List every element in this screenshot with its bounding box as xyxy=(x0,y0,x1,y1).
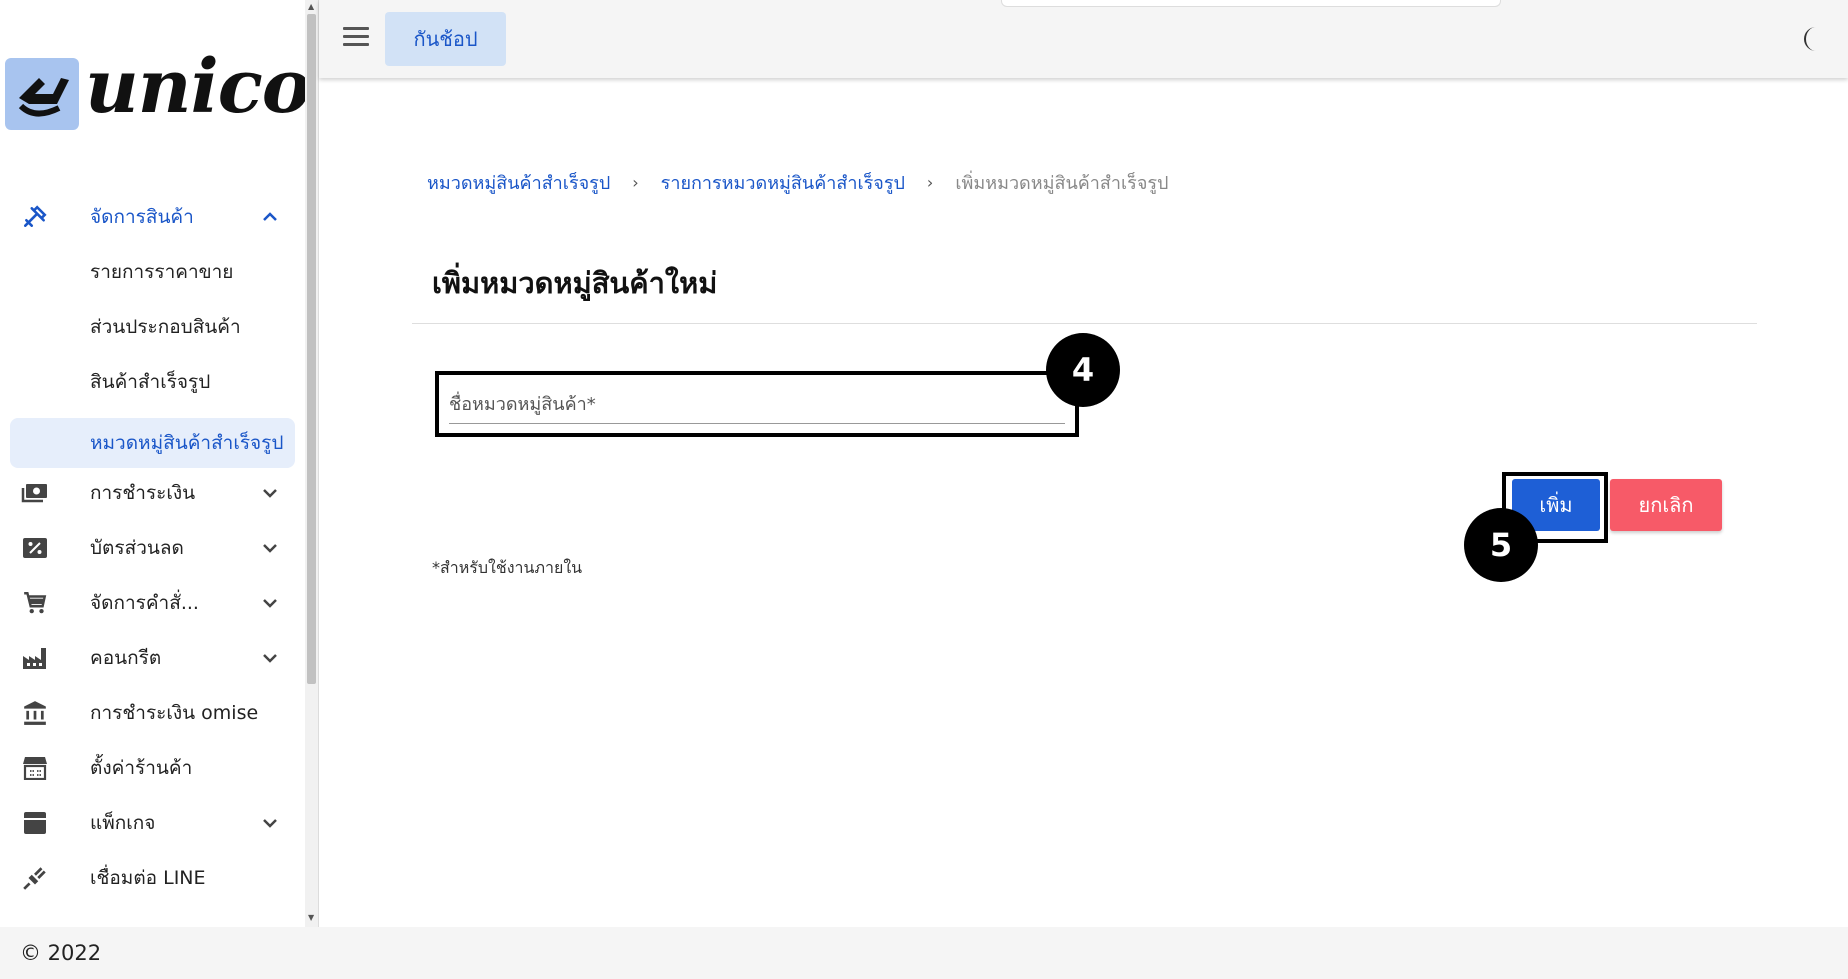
sidebar-item-orders[interactable]: จัดการคำสั่... xyxy=(0,578,305,628)
chevron-up-icon xyxy=(258,205,282,229)
footer: © 2022 xyxy=(0,927,1848,979)
sidebar-item-label: เชื่อมต่อ LINE xyxy=(90,867,206,889)
copyright-text: © 2022 xyxy=(20,941,102,965)
sidebar-item-label: การชำระเงิน omise xyxy=(90,702,259,724)
sidebar-item-omise-payment[interactable]: การชำระเงิน omise xyxy=(0,688,305,738)
sidebar-item-label: ตั้งค่าร้านค้า xyxy=(90,757,193,779)
sidebar-item-product-management[interactable]: จัดการสินค้า xyxy=(0,192,305,242)
internal-use-note: *สำหรับใช้งานภายใน xyxy=(432,558,583,577)
factory-icon xyxy=(20,643,50,673)
discount-icon xyxy=(20,533,50,563)
sidebar-item-label: สินค้าสำเร็จรูป xyxy=(90,371,211,393)
sidebar-item-connect-line[interactable]: เชื่อมต่อ LINE xyxy=(0,853,305,903)
sidebar-item-label: แพ็กเกจ xyxy=(90,812,156,834)
chevron-down-icon xyxy=(258,481,282,505)
sidebar-item-concrete[interactable]: คอนกรีต xyxy=(0,633,305,683)
sidebar-item-label: ส่วนประกอบสินค้า xyxy=(90,316,241,338)
store-icon xyxy=(20,753,50,783)
menu-icon[interactable] xyxy=(343,27,369,49)
dark-mode-moon-icon[interactable] xyxy=(1797,24,1827,54)
logo[interactable]: unicon xyxy=(5,44,305,130)
chevron-down-icon xyxy=(258,646,282,670)
sidebar-item-label: รายการราคาขาย xyxy=(90,261,234,283)
sidebar-item-payments[interactable]: การชำระเงิน xyxy=(0,468,305,518)
logo-mark-icon xyxy=(5,58,79,130)
payments-icon xyxy=(20,478,50,508)
tools-icon xyxy=(20,202,50,232)
scrollbar-thumb[interactable] xyxy=(307,14,316,684)
cancel-button[interactable]: ยกเลิก xyxy=(1610,479,1722,531)
scroll-up-arrow-icon[interactable]: ▲ xyxy=(308,2,314,11)
sidebar: unicon จัดการสินค้า รายการราคาขาย ส่วนปร… xyxy=(0,0,305,927)
sidebar-item-package[interactable]: แพ็กเกจ xyxy=(0,798,305,848)
sidebar-item-finished-products[interactable]: สินค้าสำเร็จรูป xyxy=(0,357,305,407)
top-app-bar: กันช้อป xyxy=(319,0,1848,78)
scroll-down-arrow-icon[interactable]: ▼ xyxy=(308,913,314,922)
chevron-down-icon xyxy=(258,811,282,835)
breadcrumb: หมวดหมู่สินค้าสำเร็จรูป › รายการหมวดหมู่… xyxy=(427,168,1168,197)
sidebar-item-label: จัดการสินค้า xyxy=(90,206,194,228)
logo-text: unicon xyxy=(85,44,305,130)
cart-icon xyxy=(20,588,50,618)
category-name-field[interactable]: ชื่อหมวดหมู่สินค้า* xyxy=(435,371,1079,437)
sidebar-item-label: หมวดหมู่สินค้าสำเร็จรูป xyxy=(90,432,284,454)
package-icon xyxy=(20,808,50,838)
chevron-down-icon xyxy=(258,591,282,615)
shop-button[interactable]: กันช้อป xyxy=(385,12,506,66)
sidebar-item-price-list[interactable]: รายการราคาขาย xyxy=(0,247,305,297)
sidebar-item-label: คอนกรีต xyxy=(90,647,162,669)
divider xyxy=(412,323,1757,324)
top-dropdown-edge xyxy=(1001,0,1501,7)
category-name-placeholder: ชื่อหมวดหมู่สินค้า* xyxy=(449,394,596,415)
page-title: เพิ่มหมวดหมู่สินค้าใหม่ xyxy=(432,266,718,300)
plug-icon xyxy=(20,863,50,893)
chevron-down-icon xyxy=(258,536,282,560)
sidebar-item-label: บัตรส่วนลด xyxy=(90,537,184,559)
breadcrumb-separator: › xyxy=(632,173,639,192)
sidebar-item-label: การชำระเงิน xyxy=(90,482,196,504)
field-underline xyxy=(449,423,1065,424)
sidebar-item-discount-cards[interactable]: บัตรส่วนลด xyxy=(0,523,305,573)
breadcrumb-separator: › xyxy=(926,173,934,192)
breadcrumb-link-category-list[interactable]: รายการหมวดหมู่สินค้าสำเร็จรูป xyxy=(661,168,905,197)
sidebar-item-store-settings[interactable]: ตั้งค่าร้านค้า xyxy=(0,743,305,793)
breadcrumb-link-categories[interactable]: หมวดหมู่สินค้าสำเร็จรูป xyxy=(427,168,610,197)
step-badge-4: 4 xyxy=(1046,333,1120,407)
sidebar-item-label: จัดการคำสั่... xyxy=(90,592,199,614)
sidebar-scrollbar[interactable]: ▲ ▼ xyxy=(305,0,319,927)
sidebar-item-components[interactable]: ส่วนประกอบสินค้า xyxy=(0,302,305,352)
step-badge-5: 5 xyxy=(1464,508,1538,582)
sidebar-item-product-categories[interactable]: หมวดหมู่สินค้าสำเร็จรูป xyxy=(10,418,295,468)
breadcrumb-current: เพิ่มหมวดหมู่สินค้าสำเร็จรูป xyxy=(955,173,1169,194)
bank-icon xyxy=(20,698,50,728)
